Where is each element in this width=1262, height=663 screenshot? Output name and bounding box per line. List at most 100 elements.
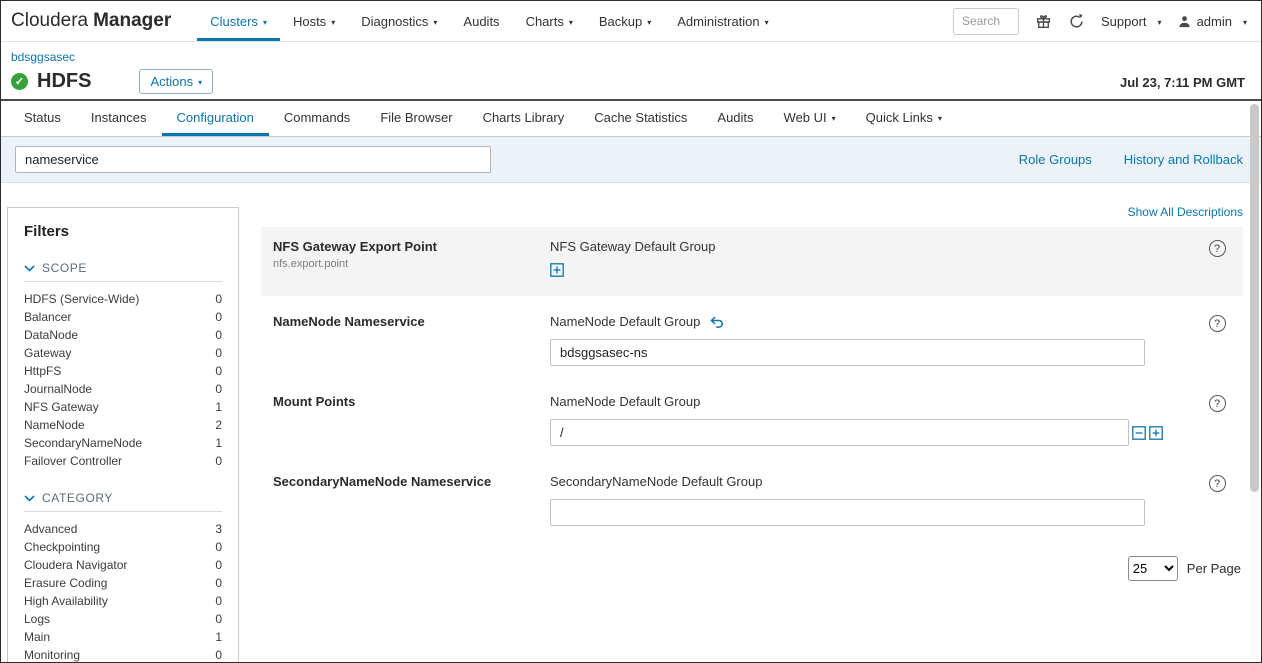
config-help-col: ? <box>1191 474 1243 492</box>
filter-item-count: 0 <box>215 594 222 608</box>
nav-charts[interactable]: Charts▾ <box>513 1 586 41</box>
filter-item-count: 1 <box>215 400 222 414</box>
nav-backup[interactable]: Backup▾ <box>586 1 664 41</box>
filter-item-label: Advanced <box>24 522 77 536</box>
config-row-secondarynamenode-nameservice: SecondaryNameNode Nameservice SecondaryN… <box>261 474 1243 526</box>
tab-web-ui[interactable]: Web UI ▾ <box>769 101 851 136</box>
filter-item[interactable]: JournalNode 0 <box>24 380 222 398</box>
filter-item[interactable]: NameNode 2 <box>24 416 222 434</box>
show-all-descriptions-link[interactable]: Show All Descriptions <box>261 205 1243 219</box>
filter-item[interactable]: Gateway 0 <box>24 344 222 362</box>
filter-item-label: Logs <box>24 612 50 626</box>
nav-charts-label: Charts <box>526 14 564 29</box>
filter-item-label: NameNode <box>24 418 85 432</box>
remove-value-icon[interactable] <box>1132 426 1146 440</box>
tab-cache-statistics[interactable]: Cache Statistics <box>579 101 702 136</box>
role-group-name: SecondaryNameNode Default Group <box>550 474 762 489</box>
scrollbar[interactable] <box>1250 104 1259 659</box>
role-group-label: NameNode Default Group <box>550 314 1191 329</box>
filter-item[interactable]: SecondaryNameNode 1 <box>24 434 222 452</box>
namenode-nameservice-input[interactable] <box>550 339 1145 366</box>
nav-diagnostics[interactable]: Diagnostics▾ <box>348 1 450 41</box>
config-value-col: NameNode Default Group <box>550 394 1191 446</box>
tab-commands[interactable]: Commands <box>269 101 365 136</box>
filter-item[interactable]: Checkpointing 0 <box>24 538 222 556</box>
nav-clusters[interactable]: Clusters▾ <box>197 1 280 41</box>
config-label: SecondaryNameNode Nameservice <box>273 474 550 489</box>
support-label: Support <box>1101 14 1147 29</box>
tab-charts-library[interactable]: Charts Library <box>468 101 580 136</box>
filter-item[interactable]: HDFS (Service-Wide) 0 <box>24 290 222 308</box>
scrollbar-thumb[interactable] <box>1250 104 1259 492</box>
main-area: Filters SCOPE HDFS (Service-Wide) 0 <box>1 183 1261 660</box>
help-icon[interactable]: ? <box>1209 240 1226 257</box>
caret-down-icon: ▾ <box>832 114 836 123</box>
tab-file-browser[interactable]: File Browser <box>365 101 467 136</box>
add-value-icon[interactable] <box>1149 426 1163 440</box>
config-search-input[interactable] <box>15 146 491 173</box>
reset-to-default-icon[interactable] <box>710 316 724 328</box>
user-menu[interactable]: admin ▾ <box>1178 14 1247 29</box>
add-value-icon[interactable] <box>550 263 564 277</box>
filter-item[interactable]: Monitoring 0 <box>24 646 222 663</box>
actions-label: Actions <box>150 74 193 89</box>
cloudera-manager-window: Cloudera Manager Clusters▾ Hosts▾ Diagno… <box>0 0 1262 663</box>
filters-title: Filters <box>24 223 222 240</box>
nav-audits[interactable]: Audits <box>450 1 512 41</box>
cluster-breadcrumb-link[interactable]: bdsggsasec <box>11 50 75 64</box>
scope-section-header[interactable]: SCOPE <box>24 261 222 282</box>
tab-quick-links[interactable]: Quick Links▾ <box>851 101 957 136</box>
filter-item[interactable]: Advanced 3 <box>24 520 222 538</box>
filter-item[interactable]: HttpFS 0 <box>24 362 222 380</box>
config-help-col: ? <box>1191 239 1243 257</box>
secondarynamenode-nameservice-input[interactable] <box>550 499 1145 526</box>
config-label: NameNode Nameservice <box>273 314 550 329</box>
category-filter-list: Advanced 3 Checkpointing 0 Cloudera Navi… <box>24 520 222 663</box>
config-label-col: SecondaryNameNode Nameservice <box>273 474 550 489</box>
tab-status[interactable]: Status <box>9 101 76 136</box>
help-icon[interactable]: ? <box>1209 315 1226 332</box>
chevron-down-icon <box>24 495 35 502</box>
filter-item[interactable]: Cloudera Navigator 0 <box>24 556 222 574</box>
filter-item-label: HttpFS <box>24 364 61 378</box>
brand-logo[interactable]: Cloudera Manager <box>11 1 171 41</box>
parcel-icon[interactable] <box>1035 13 1052 30</box>
nav-administration[interactable]: Administration▾ <box>664 1 781 41</box>
tab-instances[interactable]: Instances <box>76 101 162 136</box>
config-label: Mount Points <box>273 394 550 409</box>
config-label-col: NFS Gateway Export Point nfs.export.poin… <box>273 239 550 270</box>
filter-item[interactable]: High Availability 0 <box>24 592 222 610</box>
per-page-select[interactable]: 25 <box>1128 556 1178 581</box>
user-icon <box>1178 15 1191 28</box>
nav-hosts[interactable]: Hosts▾ <box>280 1 348 41</box>
service-tabs: Status Instances Configuration Commands … <box>1 101 1261 137</box>
nav-audits-label: Audits <box>463 14 499 29</box>
help-icon[interactable]: ? <box>1209 475 1226 492</box>
caret-down-icon: ▾ <box>1158 18 1162 27</box>
filter-item[interactable]: Failover Controller 0 <box>24 452 222 470</box>
role-group-name: NFS Gateway Default Group <box>550 239 715 254</box>
filter-item-label: JournalNode <box>24 382 92 396</box>
running-commands-icon[interactable] <box>1068 13 1085 30</box>
mount-points-input[interactable] <box>550 419 1129 446</box>
filter-item[interactable]: DataNode 0 <box>24 326 222 344</box>
category-section-header[interactable]: CATEGORY <box>24 491 222 512</box>
filter-item[interactable]: Main 1 <box>24 628 222 646</box>
filter-item-count: 0 <box>215 292 222 306</box>
tab-configuration[interactable]: Configuration <box>162 101 269 136</box>
filter-item[interactable]: Erasure Coding 0 <box>24 574 222 592</box>
role-group-label: SecondaryNameNode Default Group <box>550 474 1191 489</box>
support-menu[interactable]: Support ▾ <box>1101 14 1162 29</box>
actions-button[interactable]: Actions ▾ <box>139 69 213 94</box>
tab-audits[interactable]: Audits <box>702 101 768 136</box>
help-icon[interactable]: ? <box>1209 395 1226 412</box>
filter-item[interactable]: Logs 0 <box>24 610 222 628</box>
tab-web-ui-label: Web UI <box>784 110 827 125</box>
scope-section-title: SCOPE <box>42 261 87 275</box>
role-groups-link[interactable]: Role Groups <box>1019 152 1092 167</box>
filter-item[interactable]: Balancer 0 <box>24 308 222 326</box>
filter-item-count: 0 <box>215 310 222 324</box>
filter-item[interactable]: NFS Gateway 1 <box>24 398 222 416</box>
history-and-rollback-link[interactable]: History and Rollback <box>1124 152 1243 167</box>
global-search-input[interactable] <box>953 8 1019 35</box>
